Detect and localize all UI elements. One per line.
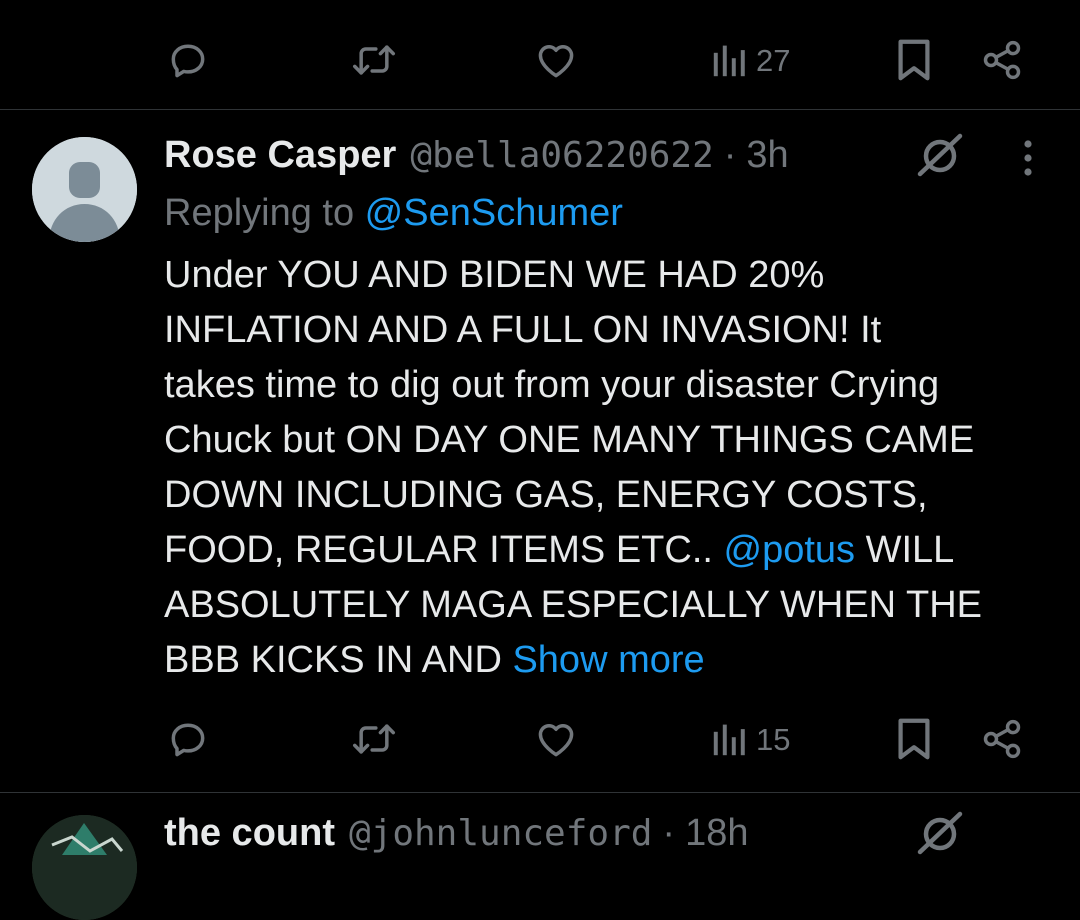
author-name[interactable]: Rose Casper: [164, 134, 396, 177]
tweet-text-line: INFLATION AND A FULL ON INVASION! It: [164, 309, 882, 351]
views-bar-icon: [713, 45, 745, 77]
tweet-text-line: Chuck but ON DAY ONE MANY THINGS CAME: [164, 419, 975, 461]
heart-icon: [538, 724, 574, 757]
share-button[interactable]: [980, 709, 1024, 769]
reply-button[interactable]: [166, 30, 210, 90]
show-more-link[interactable]: Show more: [512, 639, 704, 681]
next-grok-button[interactable]: [914, 808, 966, 858]
avatar-image-icon: [32, 815, 137, 920]
inline-mention[interactable]: @potus: [724, 529, 856, 571]
next-author-handle[interactable]: @johnlunceford: [349, 813, 652, 854]
avatar[interactable]: [32, 137, 137, 242]
views-button[interactable]: 15: [712, 709, 790, 769]
tweet-text-segment: WILL: [855, 529, 955, 571]
like-button[interactable]: [533, 30, 579, 90]
next-tweet-timestamp[interactable]: 18h: [685, 812, 748, 855]
replying-to-mention[interactable]: @SenSchumer: [365, 192, 623, 234]
tweet-header: Rose Casper @bella06220622 · 3h: [164, 130, 789, 180]
tweet-text-line-with-mention: FOOD, REGULAR ITEMS ETC.. @potus WILL: [164, 523, 1059, 578]
header-separator: ·: [723, 133, 737, 176]
tweet-text-segment: BBB KICKS IN AND: [164, 639, 513, 681]
retweet-icon: [353, 45, 395, 75]
default-avatar-icon: [32, 137, 137, 242]
next-author-name[interactable]: the count: [164, 812, 335, 855]
tweet-text: Under YOU AND BIDEN WE HAD 20% INFLATION…: [164, 248, 1059, 688]
bookmark-icon: [898, 718, 930, 760]
divider: [0, 792, 1080, 793]
replying-prefix: Replying to: [164, 192, 365, 234]
next-header-separator: ·: [662, 811, 676, 854]
retweet-button[interactable]: [350, 30, 398, 90]
like-button[interactable]: [533, 709, 579, 769]
retweet-icon: [353, 724, 395, 754]
next-tweet-avatar[interactable]: [32, 815, 137, 920]
grok-icon: [917, 811, 963, 855]
grok-icon: [917, 133, 963, 177]
bookmark-button[interactable]: [894, 709, 934, 769]
grok-button[interactable]: [914, 130, 966, 180]
next-tweet-header: the count @johnlunceford · 18h: [164, 808, 748, 858]
tweet-text-segment: FOOD, REGULAR ITEMS ETC..: [164, 529, 724, 571]
bookmark-icon: [898, 39, 930, 81]
more-options-button[interactable]: [1008, 134, 1048, 180]
share-icon: [983, 719, 1021, 759]
share-icon: [983, 40, 1021, 80]
heart-icon: [538, 45, 574, 78]
tweet-text-line: takes time to dig out from your disaster…: [164, 364, 940, 406]
tweet-text-line-with-show-more: BBB KICKS IN AND Show more: [164, 633, 1059, 688]
top-action-bar: 27: [0, 30, 1080, 90]
views-button[interactable]: 27: [712, 30, 790, 90]
share-button[interactable]: [980, 30, 1024, 90]
tweet-text-line: DOWN INCLUDING GAS, ENERGY COSTS,: [164, 474, 928, 516]
reply-button[interactable]: [166, 709, 210, 769]
views-count: 27: [756, 42, 791, 78]
bookmark-button[interactable]: [894, 30, 934, 90]
divider: [0, 109, 1080, 110]
author-handle[interactable]: @bella06220622: [410, 135, 713, 176]
tweet-timestamp[interactable]: 3h: [746, 134, 788, 177]
retweet-button[interactable]: [350, 709, 398, 769]
reply-icon: [171, 44, 205, 78]
views-bar-icon: [713, 724, 745, 756]
tweet-text-line: ABSOLUTELY MAGA ESPECIALLY WHEN THE: [164, 584, 982, 626]
views-count: 15: [756, 721, 791, 757]
tweet-text-line: Under YOU AND BIDEN WE HAD 20%: [164, 254, 825, 296]
replying-to-line: Replying to @SenSchumer: [164, 188, 623, 238]
more-vertical-icon: [1024, 140, 1032, 176]
reply-icon: [171, 723, 205, 757]
tweet-action-bar: 15: [0, 709, 1080, 769]
